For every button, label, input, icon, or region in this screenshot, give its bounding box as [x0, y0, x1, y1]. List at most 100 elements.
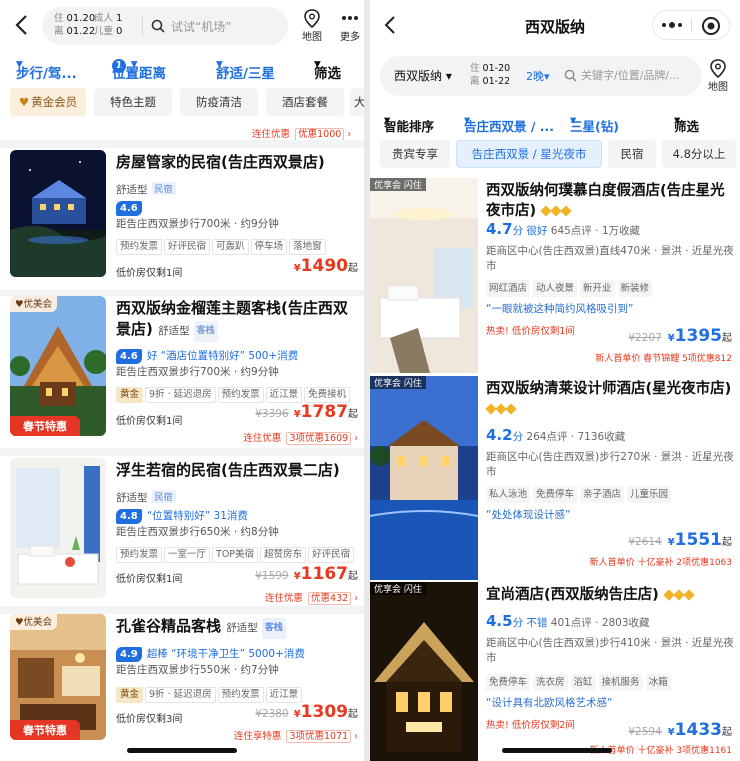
filter-distance[interactable]: 位置距离 1 ▾: [112, 56, 166, 82]
search-input[interactable]: 关键字/位置/品牌/...: [564, 67, 680, 83]
search-placeholder: 试试“机场”: [171, 19, 232, 34]
home-indicator[interactable]: [127, 748, 237, 753]
hotel-card[interactable]: ♥优美会 春节特惠 孔雀谷精品客栈 舒适型 客栈 4.9 超棒 “环境干净卫生” …: [0, 614, 364, 761]
hotel-type-badge: 客栈: [193, 321, 218, 342]
price[interactable]: ¥1490起: [294, 256, 358, 276]
rooms-left: 低价房仅剩3间: [116, 714, 183, 725]
tag-theme[interactable]: 特色主题: [94, 88, 172, 116]
tag-more[interactable]: 大: [350, 88, 364, 116]
checkout[interactable]: 离 01.22: [54, 26, 95, 38]
price[interactable]: ¥2594 ¥1433起: [628, 720, 732, 740]
adults[interactable]: 成人 1: [94, 13, 122, 25]
filter-star[interactable]: 三星(钻) ▾: [570, 112, 619, 134]
search-bar[interactable]: 西双版纳 ▾ 住 01-20 离 01-22 2晚▾ 关键字/位置/品牌/...: [380, 56, 702, 96]
divider: [0, 448, 364, 456]
hotel-card[interactable]: 房屋管家的民宿(告庄西双景店) 舒适型 民宿 4.6 距告庄西双景步行700米 ·…: [0, 150, 364, 292]
price[interactable]: ¥2614 ¥1551起: [628, 530, 732, 550]
review-summary: “位置特别好” 31消费: [146, 510, 248, 522]
chip: 冰箱: [645, 674, 671, 691]
chip: 停车场: [250, 239, 288, 255]
hotel-card[interactable]: 优享会 闪住 宜尚酒店(西双版纳告庄店) 4.5分 不错 401点评 · 280…: [370, 582, 740, 761]
more-dots-icon[interactable]: [661, 20, 683, 30]
hotel-name-block[interactable]: 西双版纳金榴莲主题客栈(告庄西双景店) 舒适型 客栈: [116, 298, 352, 342]
tag-gold-member[interactable]: ♥ 黄金会员: [10, 88, 86, 116]
score-badge: 4.6: [116, 201, 142, 216]
chip: 落地窗: [289, 239, 326, 255]
back-icon[interactable]: [10, 12, 34, 38]
search-icon: [151, 19, 165, 33]
hotel-name[interactable]: 房屋管家的民宿(告庄西双景店): [116, 152, 356, 173]
tag-location-selected[interactable]: 告庄西双景 / 星光夜市: [456, 140, 602, 168]
promo-row[interactable]: 新人首单价 春节锦鲤 5项优惠812: [486, 352, 732, 367]
promo-badge: 3项优惠1609: [286, 432, 352, 445]
filter-location[interactable]: 告庄西双景 / ... ▾: [464, 112, 554, 134]
close-target-icon[interactable]: [701, 16, 721, 36]
filter-more[interactable]: 筛选 ▾: [314, 56, 341, 82]
map-pin-icon: [710, 59, 726, 78]
price[interactable]: ¥3396 ¥1787起: [255, 402, 358, 422]
children[interactable]: 儿童 0: [94, 26, 122, 38]
date-select[interactable]: 住 01-20 离 01-22: [470, 62, 510, 88]
home-indicator[interactable]: [502, 748, 612, 753]
chip: 9折 · 延迟退房: [145, 687, 216, 703]
hotel-name[interactable]: 浮生若宿的民宿(告庄西双景二店): [116, 460, 356, 481]
hotel-card[interactable]: 浮生若宿的民宿(告庄西双景二店) 舒适型 民宿 4.8 “位置特别好” 31消费 …: [0, 458, 364, 606]
feature-chips: 免费停车 洗衣房 浴缸 接机服务 冰箱: [486, 674, 734, 691]
filter-label: 三星(钻): [570, 119, 619, 134]
promo-row[interactable]: 连住优惠 优惠432 ›: [265, 586, 358, 605]
search-bar[interactable]: 住 01.20 离 01.22 成人 1 儿童 0 试试“机场”: [42, 7, 288, 45]
hotel-card[interactable]: 优享会 闪住 西双版纳何璞慕白度假酒店(告庄星光夜市店) 4.7分 很好 645…: [370, 178, 740, 374]
tag-vip[interactable]: 贵宾专享: [380, 140, 450, 168]
search-input[interactable]: 试试“机场”: [142, 15, 272, 37]
hotel-photo: ♥优美会 春节特惠: [10, 296, 106, 436]
tag-rating[interactable]: 4.8分以上: [662, 140, 736, 168]
review-count: 264点评 · 7136收藏: [526, 431, 626, 443]
map-button[interactable]: 地图: [294, 8, 330, 43]
price-suffix: 起: [348, 263, 358, 274]
hotel-name-block[interactable]: 西双版纳何璞慕白度假酒店(告庄星光夜市店): [486, 181, 734, 221]
review-count: 401点评 · 2803收藏: [550, 617, 650, 629]
hotel-card[interactable]: 优享会 闪住 西双版纳清莱设计师酒店(星光夜市店) 4.2分 264点评 · 7…: [370, 376, 740, 580]
hotel-name-block[interactable]: 宜尚酒店(西双版纳告庄店): [486, 585, 734, 605]
filter-more[interactable]: 筛选 ▾: [674, 112, 699, 134]
price[interactable]: ¥1599 ¥1167起: [255, 564, 358, 584]
price[interactable]: ¥2207 ¥1395起: [628, 326, 732, 346]
diamond-rating: [540, 203, 572, 219]
price-value: 1309: [300, 702, 348, 722]
hotel-name-block[interactable]: 西双版纳清莱设计师酒店(星光夜市店): [485, 379, 734, 419]
filter-comfort[interactable]: 舒适/三星 ▾: [216, 56, 275, 82]
promo-row[interactable]: 新人首单价 十亿豪补 2项优惠1063: [486, 556, 732, 571]
promo-row[interactable]: 连住享特惠 3项优惠1071 ›: [234, 724, 358, 743]
city-select[interactable]: 西双版纳 ▾: [394, 67, 452, 84]
feature-chips: 预约发票 一室一厅 TOP美宿 超赞房东 好评民宿: [116, 542, 362, 563]
hotel-name-block[interactable]: 孔雀谷精品客栈 舒适型 客栈: [116, 616, 364, 639]
tag-cleaning[interactable]: 防疫清洁: [180, 88, 258, 116]
filter-label: 智能排序: [384, 119, 435, 134]
badge-group: 优享会 闪住: [370, 376, 426, 389]
more-button[interactable]: 更多: [332, 8, 364, 43]
hotel-type: 舒适型: [116, 184, 148, 196]
hotel-name: 西双版纳何璞慕白度假酒店(告庄星光夜市店): [486, 183, 725, 219]
price[interactable]: ¥2380 ¥1309起: [255, 702, 358, 722]
map-pin-icon: [304, 9, 320, 28]
map-button[interactable]: 地图: [700, 58, 736, 93]
filter-label: 舒适/三星: [216, 66, 275, 82]
tag-package[interactable]: 酒店套餐: [266, 88, 344, 116]
member-tag: 优享会: [374, 181, 402, 191]
tag-homestay[interactable]: 民宿: [608, 140, 656, 168]
nights[interactable]: 2晚▾: [526, 68, 550, 84]
chip: 私人泳池: [486, 486, 531, 503]
divider: [0, 140, 364, 148]
score-word: 不错: [526, 617, 548, 629]
chip: TOP美宿: [212, 547, 259, 563]
rooms-left: 低价房仅剩1间: [116, 416, 183, 427]
filter-sort[interactable]: 智能排序 ▾: [384, 112, 434, 134]
promo-row[interactable]: 连住优惠 3项优惠1609 ›: [243, 426, 358, 445]
hotel-photo: 优享会 闪住: [370, 376, 478, 580]
promo-badge: 3项优惠1071: [286, 730, 352, 743]
checkin[interactable]: 住 01.20: [54, 13, 95, 25]
score-badge: 4.9: [116, 647, 142, 662]
mini-program-capsule: [652, 10, 730, 40]
filter-walk-drive[interactable]: 步行/驾... ▾: [16, 56, 77, 82]
hotel-card[interactable]: ♥优美会 春节特惠 西双版纳金榴莲主题客栈(告庄西双景店) 舒适型 客栈 4.6 …: [0, 296, 364, 446]
